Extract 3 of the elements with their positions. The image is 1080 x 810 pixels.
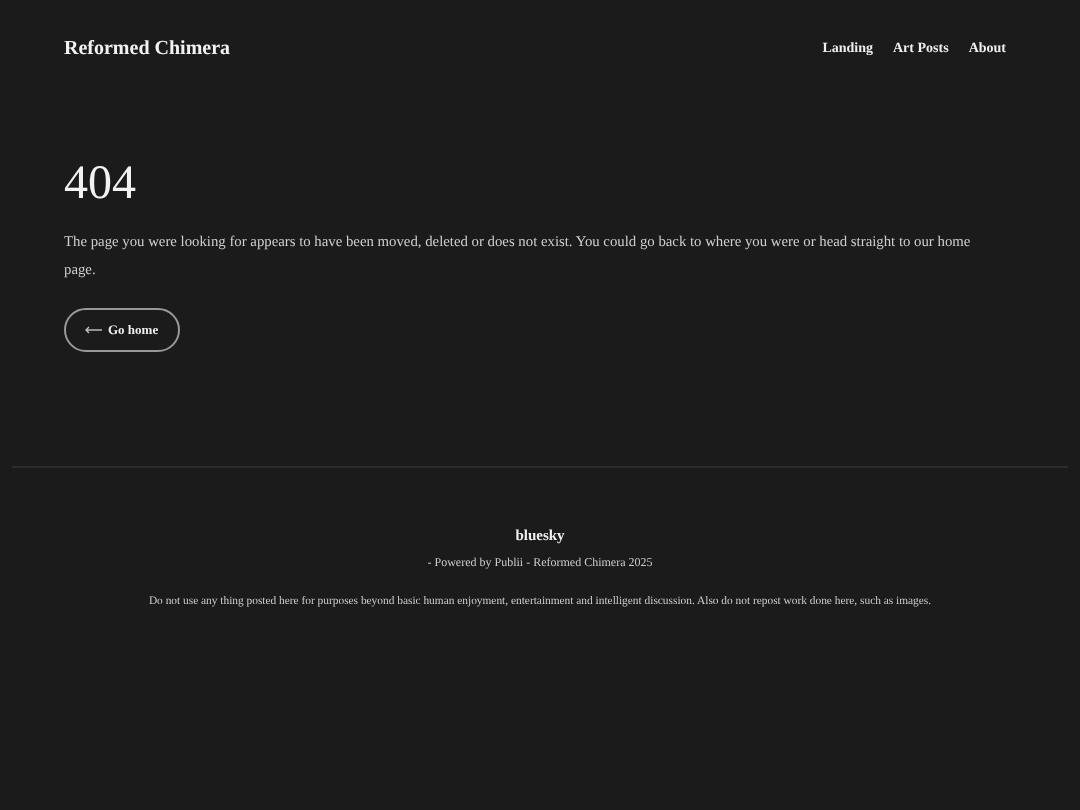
site-title[interactable]: Reformed Chimera (64, 37, 231, 59)
arrow-left-icon (84, 326, 102, 334)
error-heading: 404 (64, 156, 138, 212)
